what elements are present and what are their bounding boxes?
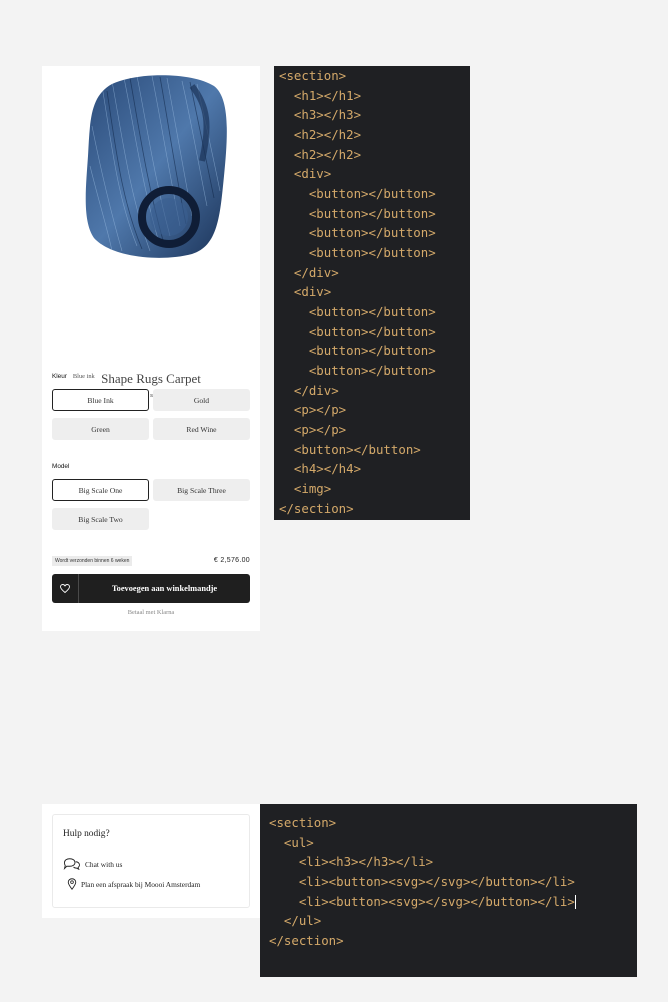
code-line: <button></button> <box>279 245 436 260</box>
color-option-blue-ink[interactable]: Blue Ink <box>52 389 149 411</box>
color-option-heading: Kleur Blue ink <box>52 373 95 380</box>
help-card: Hulp nodig? Chat with us Plan een afspra… <box>52 814 250 908</box>
code-line: <button></button> <box>279 186 436 201</box>
code-line: <div> <box>279 166 332 181</box>
code-line: <button></button> <box>279 206 436 221</box>
code-line: </div> <box>279 265 339 280</box>
code-line: <button></button> <box>279 304 436 319</box>
model-option-big-scale-three[interactable]: Big Scale Three <box>153 479 250 501</box>
product-card: Shape Rugs Carpet VAN NIKODEM SZPUNAR, 2… <box>42 66 260 631</box>
delivery-badge: Wordt verzonden binnen 6 weken <box>52 556 133 566</box>
appointment-button[interactable]: Plan een afspraak bij Moooi Amsterdam <box>67 878 200 890</box>
code-line: <p></p> <box>279 402 347 417</box>
code-line: </section> <box>269 933 344 948</box>
code-line: </ul> <box>269 913 322 928</box>
code-line: <p></p> <box>279 422 347 437</box>
product-price: € 2,576.00 <box>213 557 250 564</box>
code-line: <li><button><svg></svg></button></li> <box>269 874 575 889</box>
location-pin-icon <box>67 878 77 890</box>
code-line: <section> <box>279 68 347 83</box>
model-option-big-scale-one[interactable]: Big Scale One <box>52 479 149 501</box>
code-line: <button></button> <box>279 324 436 339</box>
code-line: <h4></h4> <box>279 461 362 476</box>
code-line: <div> <box>279 284 332 299</box>
model-option-big-scale-two[interactable]: Big Scale Two <box>52 508 149 530</box>
code-line: <ul> <box>269 835 314 850</box>
text-cursor <box>574 895 576 909</box>
help-title: Hulp nodig? <box>63 829 110 839</box>
code-line-with-cursor: <li><button><svg></svg></button></li> <box>269 894 576 910</box>
color-option-green[interactable]: Green <box>52 418 149 440</box>
code-line-text: <li><button><svg></svg></button></li> <box>269 894 575 909</box>
code-line: <section> <box>269 815 337 830</box>
chat-label: Chat with us <box>85 859 123 869</box>
code-line: <li><h3></h3></li> <box>269 854 434 869</box>
code-line: <img> <box>279 481 332 496</box>
code-line: </div> <box>279 383 339 398</box>
model-label: Model <box>52 463 70 470</box>
code-line: <button></button> <box>279 343 436 358</box>
chat-button[interactable]: Chat with us <box>63 858 122 870</box>
add-to-cart-button[interactable]: Toevoegen aan winkelmandje <box>79 574 250 603</box>
color-selected-value: Blue ink <box>72 373 95 380</box>
code-line: <button></button> <box>279 442 421 457</box>
code-line: <h1></h1> <box>279 88 362 103</box>
rug-product-image <box>85 75 227 258</box>
code-panel-help-structure: <section> <ul> <li><h3></h3></li> <li><b… <box>260 804 637 977</box>
color-option-gold[interactable]: Gold <box>153 389 250 411</box>
klarna-link[interactable]: Betaal met Klarna <box>42 609 260 616</box>
appointment-label: Plan een afspraak bij Moooi Amsterdam <box>81 879 201 889</box>
code-line: <h2></h2> <box>279 147 362 162</box>
code-line: <h2></h2> <box>279 127 362 142</box>
wishlist-button[interactable] <box>52 574 79 603</box>
chat-icon <box>63 858 80 870</box>
help-section: Hulp nodig? Chat with us Plan een afspra… <box>42 804 260 918</box>
code-line: <h3></h3> <box>279 107 362 122</box>
code-line: <button></button> <box>279 363 436 378</box>
code-line: </section> <box>279 501 354 516</box>
code-line: <button></button> <box>279 225 436 240</box>
code-panel-product-structure: <section> <h1></h1> <h3></h3> <h2></h2> … <box>274 66 470 520</box>
heart-icon <box>60 584 70 593</box>
color-label: Kleur <box>52 373 67 380</box>
add-to-cart-bar: Toevoegen aan winkelmandje <box>52 574 250 603</box>
color-option-red-wine[interactable]: Red Wine <box>153 418 250 440</box>
